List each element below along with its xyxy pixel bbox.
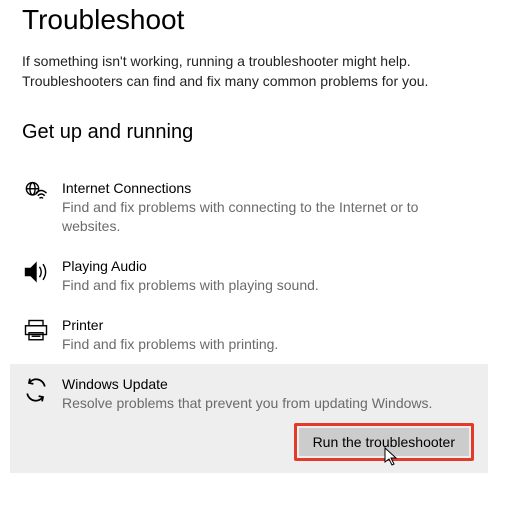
speaker-icon xyxy=(22,256,62,286)
troubleshoot-page: Troubleshoot If something isn't working,… xyxy=(0,0,513,473)
section-header-get-up-and-running: Get up and running xyxy=(22,121,513,144)
printer-icon xyxy=(22,315,62,345)
highlight-box: Run the troubleshooter xyxy=(294,423,474,461)
run-troubleshooter-button[interactable]: Run the troubleshooter xyxy=(299,428,469,456)
troubleshooter-item-windows-update[interactable]: Windows Update Resolve problems that pre… xyxy=(10,364,488,473)
troubleshooter-list: Internet Connections Find and fix proble… xyxy=(10,168,513,472)
troubleshooter-item-playing-audio[interactable]: Playing Audio Find and fix problems with… xyxy=(10,246,488,305)
wifi-globe-icon xyxy=(22,178,62,208)
item-title: Windows Update xyxy=(62,376,476,392)
item-desc: Find and fix problems with printing. xyxy=(62,335,462,354)
sync-arrows-icon xyxy=(22,374,62,404)
page-title: Troubleshoot xyxy=(22,4,513,36)
intro-text: If something isn't working, running a tr… xyxy=(22,52,482,91)
item-title: Printer xyxy=(62,317,476,333)
item-desc: Find and fix problems with playing sound… xyxy=(62,276,462,295)
item-title: Playing Audio xyxy=(62,258,476,274)
troubleshooter-item-internet-connections[interactable]: Internet Connections Find and fix proble… xyxy=(10,168,488,246)
item-desc: Find and fix problems with connecting to… xyxy=(62,198,462,236)
item-title: Internet Connections xyxy=(62,180,476,196)
troubleshooter-item-printer[interactable]: Printer Find and fix problems with print… xyxy=(10,305,488,364)
item-desc: Resolve problems that prevent you from u… xyxy=(62,394,462,413)
